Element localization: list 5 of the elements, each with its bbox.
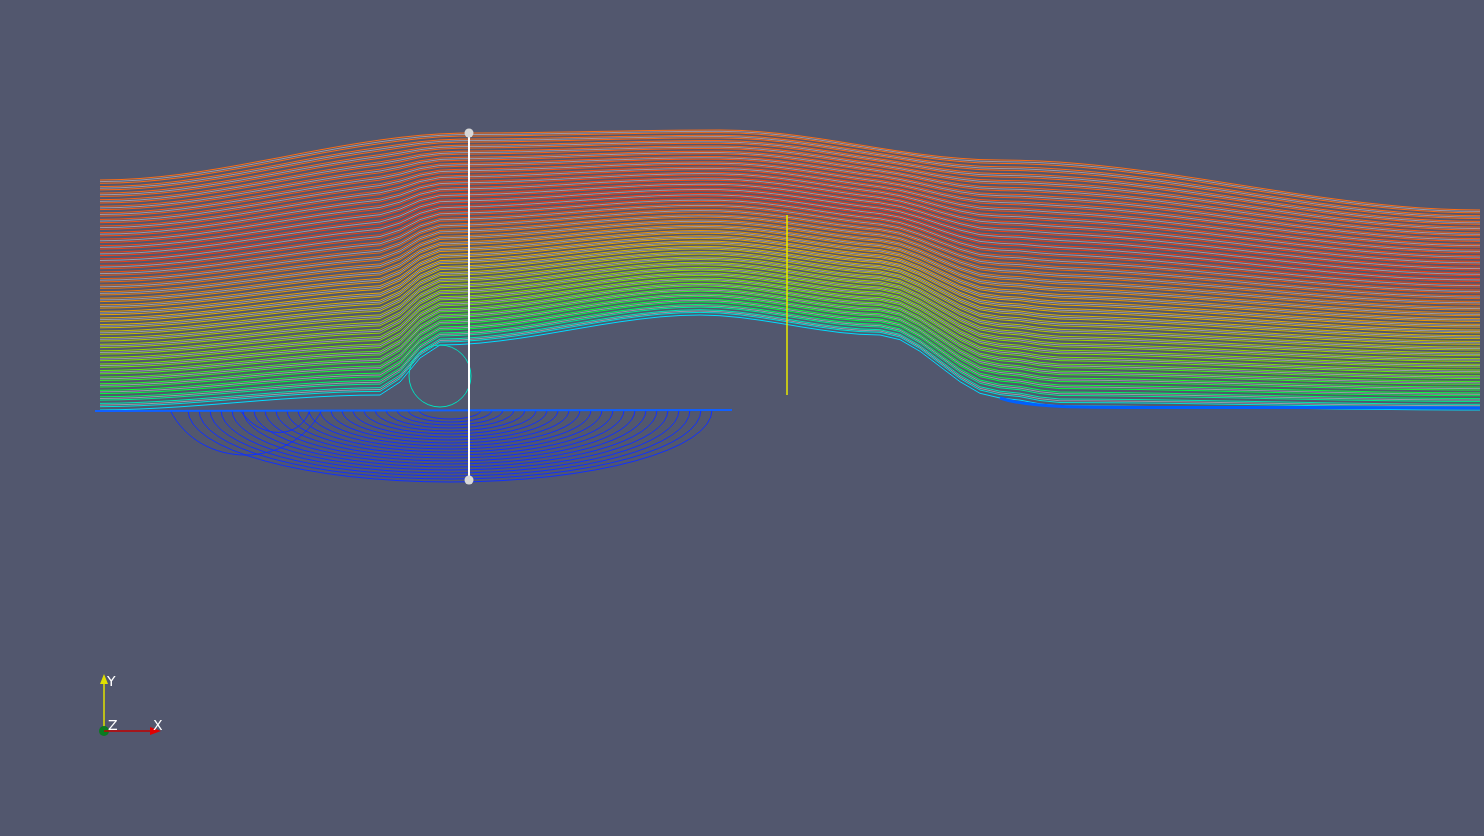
axis-label: X: [153, 717, 163, 733]
origin-dot: [99, 726, 109, 736]
axis-label: Y: [107, 673, 116, 689]
axis-label: Z: [108, 717, 118, 733]
line-widget[interactable]: [464, 128, 474, 485]
